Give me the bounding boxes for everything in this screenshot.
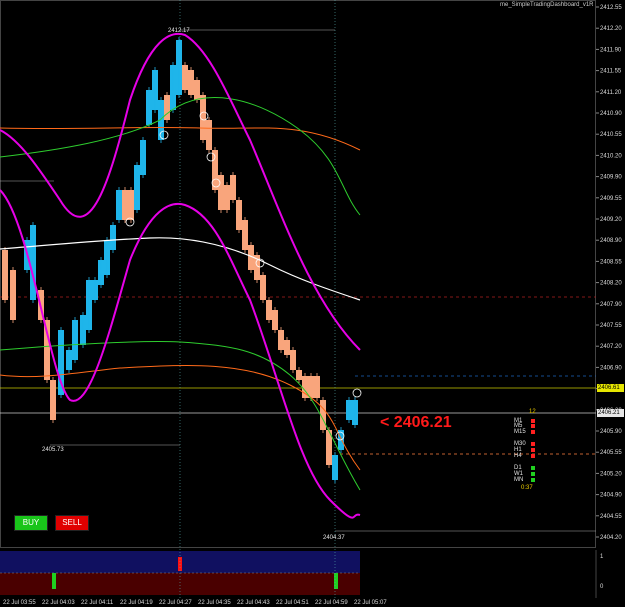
timeframe-label: H4	[514, 453, 522, 459]
price-axis: 2412.55 2412.20 2411.90 2411.55 2411.20 2410.…	[596, 5, 622, 541]
low-label: 2404.37	[323, 535, 345, 541]
price-tick-label: 2408.55	[600, 259, 622, 265]
time-tick-label: 22 Jul 04:35	[198, 600, 231, 606]
sub-axis-bottom: 0	[600, 584, 604, 590]
white-price-tag: 2406.21	[597, 409, 624, 417]
sub-axis-top: 1	[600, 554, 604, 560]
time-tick-label: 22 Jul 04:11	[81, 600, 114, 606]
timeframe-status	[531, 478, 535, 482]
buy-button[interactable]: BUY	[14, 515, 48, 531]
plot-frame	[0, 0, 596, 548]
price-tick-label: 2408.20	[600, 281, 622, 287]
time-tick-label: 22 Jul 04:03	[42, 600, 75, 606]
timeframe-status	[531, 454, 535, 458]
timeframe-label: MN	[514, 477, 524, 483]
timeframe-timer: 0:37	[521, 485, 533, 491]
time-tick-label: 22 Jul 04:27	[159, 600, 192, 606]
time-tick-label: 22 Jul 05:07	[354, 600, 387, 606]
pivot-marker	[352, 388, 362, 398]
price-tick-label: 2405.20	[600, 471, 622, 477]
price-tick-label: 2405.55	[600, 450, 622, 456]
timeframe-status	[531, 419, 535, 423]
price-tick-label: 2404.55	[600, 514, 622, 520]
time-tick-label: 22 Jul 04:19	[120, 600, 153, 606]
price-tick-label: 2408.90	[600, 238, 622, 244]
price-chart[interactable]: 2412.55 2412.20 2411.90 2411.55 2411.20 2410.…	[0, 0, 625, 607]
current-price-display: < 2406.21	[380, 414, 452, 431]
price-tick-label: 2404.90	[600, 493, 622, 499]
time-tick-label: 22 Jul 03:55	[3, 600, 36, 606]
price-tick-label: 2411.55	[600, 69, 622, 75]
price-tick-label: 2410.55	[600, 132, 622, 138]
sub-bar	[52, 573, 56, 589]
timeframe-label: M15	[514, 429, 526, 435]
price-tick-label: 2409.20	[600, 217, 622, 223]
timeframe-top: 12	[529, 409, 536, 415]
sub-bar	[334, 573, 338, 589]
timeframe-status	[531, 472, 535, 476]
time-tick-label: 22 Jul 04:43	[237, 600, 270, 606]
price-tick-label: 2409.90	[600, 175, 622, 181]
timeframe-status	[531, 424, 535, 428]
price-tick-label: 2412.20	[600, 26, 622, 32]
time-axis: 22 Jul 03:55 22 Jul 04:03 22 Jul 04:11 22 J…	[3, 600, 387, 606]
price-tick-label: 2404.20	[600, 535, 622, 541]
sell-button[interactable]: SELL	[55, 515, 89, 531]
price-tick-label: 2407.20	[600, 344, 622, 350]
price-tick-label: 2410.90	[600, 111, 622, 117]
yellow-price-tag: 2406.61	[597, 384, 624, 392]
timeframe-status	[531, 448, 535, 452]
price-tick-label: 2407.55	[600, 323, 622, 329]
mid-low-label: 2405.73	[42, 447, 64, 453]
timeframe-status	[531, 442, 535, 446]
price-tick-label: 2405.90	[600, 429, 622, 435]
price-tick-label: 2406.90	[600, 365, 622, 371]
price-tick-label: 2411.90	[600, 47, 622, 53]
candles-layer	[2, 37, 358, 483]
price-tick-label: 2409.55	[600, 196, 622, 202]
price-tick-label: 2410.20	[600, 153, 622, 159]
price-tick-label: 2412.55	[600, 5, 622, 11]
pivot-markers	[125, 111, 362, 441]
price-tick-label: 2411.20	[600, 90, 622, 96]
high-label: 2412.17	[168, 28, 190, 34]
timeframe-status	[531, 466, 535, 470]
time-tick-label: 22 Jul 04:59	[315, 600, 348, 606]
price-tick-label: 2407.90	[600, 302, 622, 308]
time-tick-label: 22 Jul 04:51	[276, 600, 309, 606]
timeframe-status	[531, 430, 535, 434]
indicator-title: me_SimpleTradingDashboard_v1R	[500, 2, 594, 8]
